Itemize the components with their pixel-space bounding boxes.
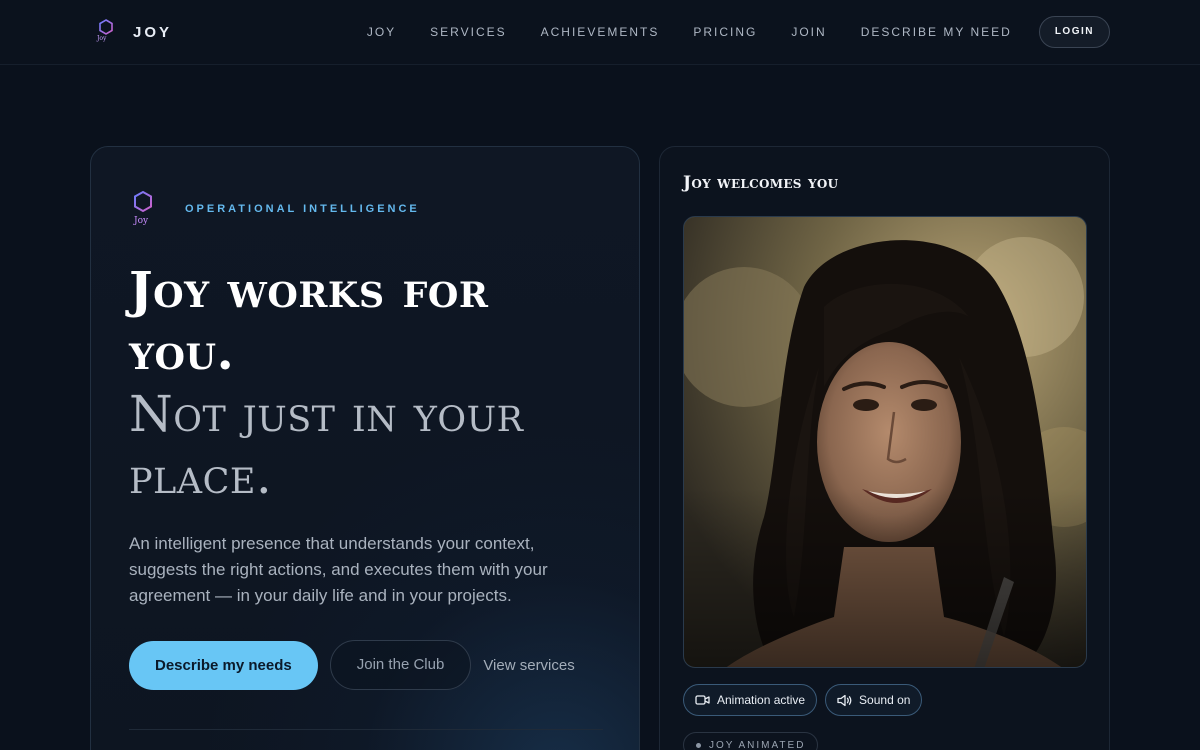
video-camera-icon	[695, 695, 710, 705]
joy-logo-icon: Joy	[96, 18, 116, 46]
nav-item-achievements[interactable]: ACHIEVEMENTS	[541, 16, 660, 48]
hero-description: An intelligent presence that understands…	[129, 534, 548, 605]
divider	[129, 729, 603, 730]
media-status-row: Animation active Sound on	[683, 684, 930, 716]
cta-row: Describe my needs Join the Club View ser…	[129, 640, 575, 690]
headline-main: Joy works for you.	[129, 260, 489, 381]
sound-label: Sound on	[859, 693, 911, 707]
kicker-label: OPERATIONAL INTELLIGENCE	[185, 203, 420, 215]
video-card: Joy welcomes you Animation active Sound …	[659, 146, 1110, 750]
joy-logo-icon: Joy	[129, 189, 157, 229]
hero-card: Joy OPERATIONAL INTELLIGENCE Joy works f…	[90, 146, 640, 750]
sound-toggle[interactable]: Sound on	[825, 684, 923, 716]
nav-item-joy[interactable]: JOY	[367, 16, 396, 48]
video-title: Joy welcomes you	[683, 173, 839, 193]
brand-logo-text: Joy	[97, 35, 107, 42]
nav-item-join[interactable]: JOIN	[791, 16, 826, 48]
status-dot-icon	[696, 742, 701, 748]
brand-name: JOY	[133, 23, 173, 41]
animation-label: Animation active	[717, 693, 806, 707]
animation-toggle[interactable]: Animation active	[683, 684, 818, 716]
speaker-icon	[837, 694, 852, 706]
top-navigation-bar: Joy JOY JOY SERVICES ACHIEVEMENTS PRICIN…	[0, 0, 1200, 65]
headline-sub: Not just in your place.	[129, 385, 524, 505]
nav-item-pricing[interactable]: PRICING	[693, 16, 757, 48]
login-button[interactable]: LOGIN	[1038, 16, 1110, 48]
join-club-button[interactable]: Join the Club	[329, 640, 472, 690]
view-services-link[interactable]: View services	[483, 657, 574, 674]
status-text: JOY ANIMATED	[709, 739, 806, 750]
hero-headline: Joy works for you. Not just in your plac…	[129, 259, 609, 507]
hero-kicker: Joy OPERATIONAL INTELLIGENCE	[129, 189, 420, 229]
main-nav: JOY SERVICES ACHIEVEMENTS PRICING JOIN D…	[367, 16, 1110, 48]
status-badge: JOY ANIMATED	[683, 732, 819, 750]
kicker-logo-text: Joy	[134, 216, 149, 226]
nav-item-services[interactable]: SERVICES	[430, 16, 506, 48]
describe-needs-button[interactable]: Describe my needs	[129, 640, 318, 690]
brand[interactable]: Joy JOY	[96, 18, 172, 46]
nav-item-describe-my-need[interactable]: DESCRIBE MY NEED	[861, 16, 1012, 48]
avatar-video[interactable]	[683, 216, 1087, 668]
